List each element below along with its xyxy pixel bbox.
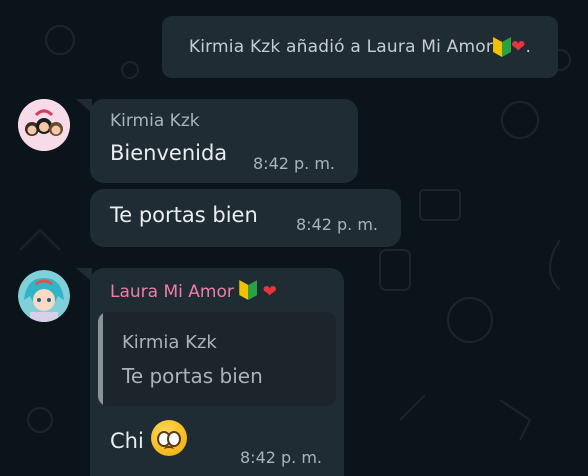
anime-girl-avatar-icon: [18, 270, 70, 322]
system-message-text: Kirmia Kzk añadió a Laura Mi Amor: [188, 37, 494, 57]
message-timestamp: 8:42 p. m.: [253, 154, 336, 173]
group-avatar-icon: [18, 99, 70, 151]
sender-name[interactable]: Kirmia Kzk: [110, 111, 200, 131]
message-bubble[interactable]: Kirmia Kzk Bienvenida 8:42 p. m.: [90, 99, 358, 183]
message-bubble[interactable]: Te portas bien 8:42 p. m.: [90, 189, 401, 247]
message-text: Bienvenida: [110, 141, 228, 165]
message-text-row: Chi: [110, 420, 187, 456]
beginner-badge-icon: [493, 37, 512, 57]
avatar[interactable]: [18, 270, 70, 322]
message-text: Te portas bien: [110, 203, 258, 227]
sender-name[interactable]: Laura Mi Amor ❤: [110, 280, 277, 302]
beginner-badge-icon: [239, 280, 258, 300]
red-heart-icon: ❤: [511, 37, 526, 57]
message-timestamp: 8:42 p. m.: [240, 448, 323, 467]
sender-name-text: Laura Mi Amor: [110, 282, 234, 302]
red-heart-icon: ❤: [262, 282, 277, 302]
message-text: Chi: [110, 429, 144, 453]
quoted-sender: Kirmia Kzk: [122, 332, 217, 353]
avatar[interactable]: [18, 99, 70, 151]
system-message: Kirmia Kzk añadió a Laura Mi Amor ❤ .: [162, 16, 558, 78]
quote-bar: [98, 312, 103, 406]
quoted-message[interactable]: Kirmia Kzk Te portas bien: [98, 312, 336, 406]
pleading-face-icon: [150, 420, 187, 456]
message-timestamp: 8:42 p. m.: [296, 215, 379, 234]
quoted-text: Te portas bien: [122, 364, 263, 388]
system-message-suffix: .: [525, 37, 532, 57]
